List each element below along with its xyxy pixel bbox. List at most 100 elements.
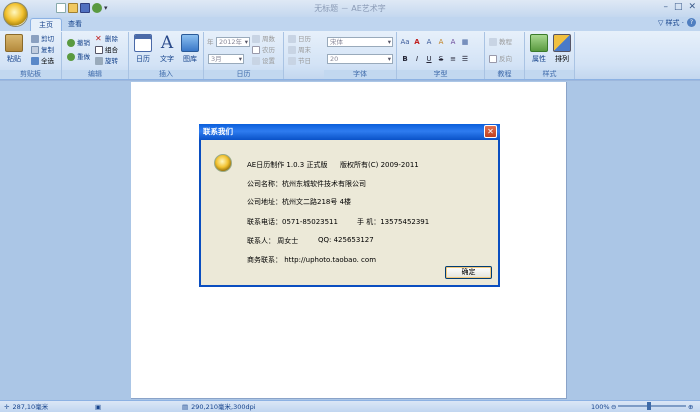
copy-button[interactable]: 复制 bbox=[31, 45, 54, 55]
select-all-button[interactable]: 全选 bbox=[31, 56, 54, 66]
tutorial-group-title: 教程 bbox=[485, 70, 524, 79]
calendar-style-button[interactable]: 日历 bbox=[288, 34, 311, 44]
year-select[interactable]: 2012年 bbox=[216, 37, 250, 47]
redo-button[interactable]: 重做 bbox=[67, 52, 90, 62]
help-icon[interactable]: ? bbox=[687, 18, 696, 27]
style-menu[interactable]: ▽ 样式 · bbox=[658, 18, 684, 28]
underline-button[interactable]: U bbox=[424, 54, 434, 64]
weekday-icon bbox=[252, 35, 260, 43]
font-effect-icon[interactable]: A bbox=[424, 37, 434, 47]
line-style-icon[interactable]: ☰ bbox=[460, 54, 470, 64]
style-group: 属性 排列 样式 bbox=[525, 32, 575, 79]
contact-person-text: 联系人： 周女士 bbox=[247, 237, 299, 245]
insert-image-button[interactable]: 图库 bbox=[179, 34, 201, 64]
ruler-line bbox=[0, 80, 700, 81]
page-size: ▤ 290,210毫米,300dpi bbox=[182, 403, 256, 411]
bold-button[interactable]: B bbox=[400, 54, 410, 64]
app-menu-orb[interactable] bbox=[3, 2, 28, 27]
maximize-button[interactable]: □ bbox=[674, 2, 683, 12]
window-controls: – □ ✕ bbox=[663, 2, 696, 12]
undo-arrow-icon bbox=[67, 39, 75, 47]
font-name-select[interactable]: 宋体 bbox=[327, 37, 393, 47]
ribbon: 粘贴 剪切 复制 全选 剪贴板 撤销 重做 ✕ 删除 组合 旋转 编辑 日历 A … bbox=[0, 31, 700, 80]
version-text: AE日历制作 1.0.3 正式版 bbox=[247, 161, 328, 169]
redo-arrow-icon bbox=[67, 53, 75, 61]
attribute-button[interactable]: 属性 bbox=[528, 34, 550, 64]
year-label: 年 bbox=[207, 38, 214, 46]
company-address-text: 公司地址：杭州文二路218号 4楼 bbox=[247, 198, 352, 206]
font-size-select[interactable]: 20 bbox=[327, 54, 393, 64]
reverse-toggle[interactable]: 反向 bbox=[489, 54, 512, 64]
scissors-icon bbox=[31, 35, 39, 43]
calendar-settings-button[interactable]: 设置 bbox=[252, 56, 275, 66]
calendar-group: 年 2012年 3月 周数 农历 设置 日历 bbox=[204, 32, 284, 79]
dialog-close-button[interactable]: ✕ bbox=[484, 125, 497, 138]
month-select[interactable]: 3月 bbox=[208, 54, 244, 64]
ok-button[interactable]: 确定 bbox=[445, 266, 492, 279]
delete-button[interactable]: ✕ 删除 bbox=[95, 34, 118, 44]
clipboard-group: 粘贴 剪切 复制 全选 剪贴板 bbox=[0, 32, 62, 79]
text-a-icon: A bbox=[160, 33, 174, 53]
insert-group: 日历 A 文字 图库 插入 bbox=[129, 32, 204, 79]
weekday-toggle[interactable]: 周数 bbox=[252, 34, 275, 44]
weekend-icon bbox=[288, 46, 296, 54]
italic-button[interactable]: I bbox=[412, 54, 422, 64]
app-logo-icon bbox=[214, 154, 232, 172]
attribute-icon bbox=[530, 34, 548, 52]
qq-text: QQ: 425653127 bbox=[318, 236, 374, 244]
rotate-icon bbox=[95, 57, 103, 65]
align-icon[interactable]: ≡ bbox=[448, 54, 458, 64]
page-layout-icon: ▣ bbox=[95, 403, 102, 411]
paste-icon bbox=[5, 34, 23, 52]
zoom-slider-thumb[interactable] bbox=[647, 402, 651, 410]
outline-text-icon[interactable]: A bbox=[448, 37, 458, 47]
holiday-icon bbox=[288, 57, 296, 65]
clipboard-group-title: 剪贴板 bbox=[0, 70, 61, 79]
zoom-in-icon[interactable]: ⊕ bbox=[688, 402, 693, 412]
glyph-style-icon[interactable]: Aa bbox=[400, 37, 410, 47]
dialog-title: 联系我们 bbox=[199, 124, 500, 140]
mobile-text: 手 机：13575452391 bbox=[357, 218, 430, 226]
group-icon bbox=[95, 46, 103, 54]
gradient-text-icon[interactable]: ▦ bbox=[460, 37, 470, 47]
shadow-text-icon[interactable]: A bbox=[436, 37, 446, 47]
font-group: 宋体 20 字体 bbox=[324, 32, 397, 79]
arrange-button[interactable]: 排列 bbox=[551, 34, 573, 64]
crosshair-icon: ✛ bbox=[4, 403, 10, 411]
zoom-slider[interactable] bbox=[618, 402, 686, 410]
strike-button[interactable]: S bbox=[436, 54, 446, 64]
paste-button[interactable]: 粘贴 bbox=[3, 34, 25, 64]
close-window-button[interactable]: ✕ bbox=[688, 2, 696, 12]
undo-button[interactable]: 撤销 bbox=[67, 38, 90, 48]
tutorial-group: 教程 反向 教程 bbox=[485, 32, 525, 79]
edit-group-title: 编辑 bbox=[62, 70, 128, 79]
glyph-group-title: 字型 bbox=[397, 70, 484, 79]
group-button[interactable]: 组合 bbox=[95, 45, 118, 55]
title-bar: ▾ 无标题 － AE艺术字 – □ ✕ bbox=[0, 0, 700, 17]
cut-button[interactable]: 剪切 bbox=[31, 34, 54, 44]
insert-text-button[interactable]: A 文字 bbox=[156, 34, 178, 64]
tab-home[interactable]: 主页 bbox=[30, 18, 62, 31]
font-group-title: 字体 bbox=[324, 70, 396, 79]
insert-calendar-button[interactable]: 日历 bbox=[132, 34, 154, 64]
zoom-out-icon[interactable]: ⊖ bbox=[611, 402, 616, 412]
minimize-button[interactable]: – bbox=[663, 2, 668, 12]
rotate-button[interactable]: 旋转 bbox=[95, 56, 118, 66]
lunar-checkbox-icon bbox=[252, 46, 260, 54]
company-name-text: 公司名称：杭州东城软件技术有限公司 bbox=[247, 180, 366, 188]
tab-view[interactable]: 查看 bbox=[60, 18, 90, 31]
lunar-toggle[interactable]: 农历 bbox=[252, 45, 275, 55]
calendar-icon bbox=[134, 34, 152, 52]
color-text-icon[interactable]: A bbox=[412, 37, 422, 47]
copy-icon bbox=[31, 46, 39, 54]
weekend-button[interactable]: 周末 bbox=[288, 45, 311, 55]
holiday-button[interactable]: 节日 bbox=[288, 56, 311, 66]
tutorial-button[interactable]: 教程 bbox=[489, 37, 512, 47]
delete-x-icon: ✕ bbox=[95, 34, 102, 43]
zoom-level: 100% bbox=[591, 403, 610, 411]
glyph-group: Aa A A A A ▦ B I U S ≡ ☰ 字型 bbox=[397, 32, 485, 79]
contact-dialog: 联系我们 ✕ AE日历制作 1.0.3 正式版 版权所有(C) 2009-201… bbox=[199, 124, 500, 287]
business-contact-text: 商务联系： http://uphoto.taobao. com bbox=[247, 256, 377, 264]
reverse-checkbox-icon bbox=[489, 55, 497, 63]
cursor-position: ✛ 287,10毫米 bbox=[4, 403, 49, 411]
